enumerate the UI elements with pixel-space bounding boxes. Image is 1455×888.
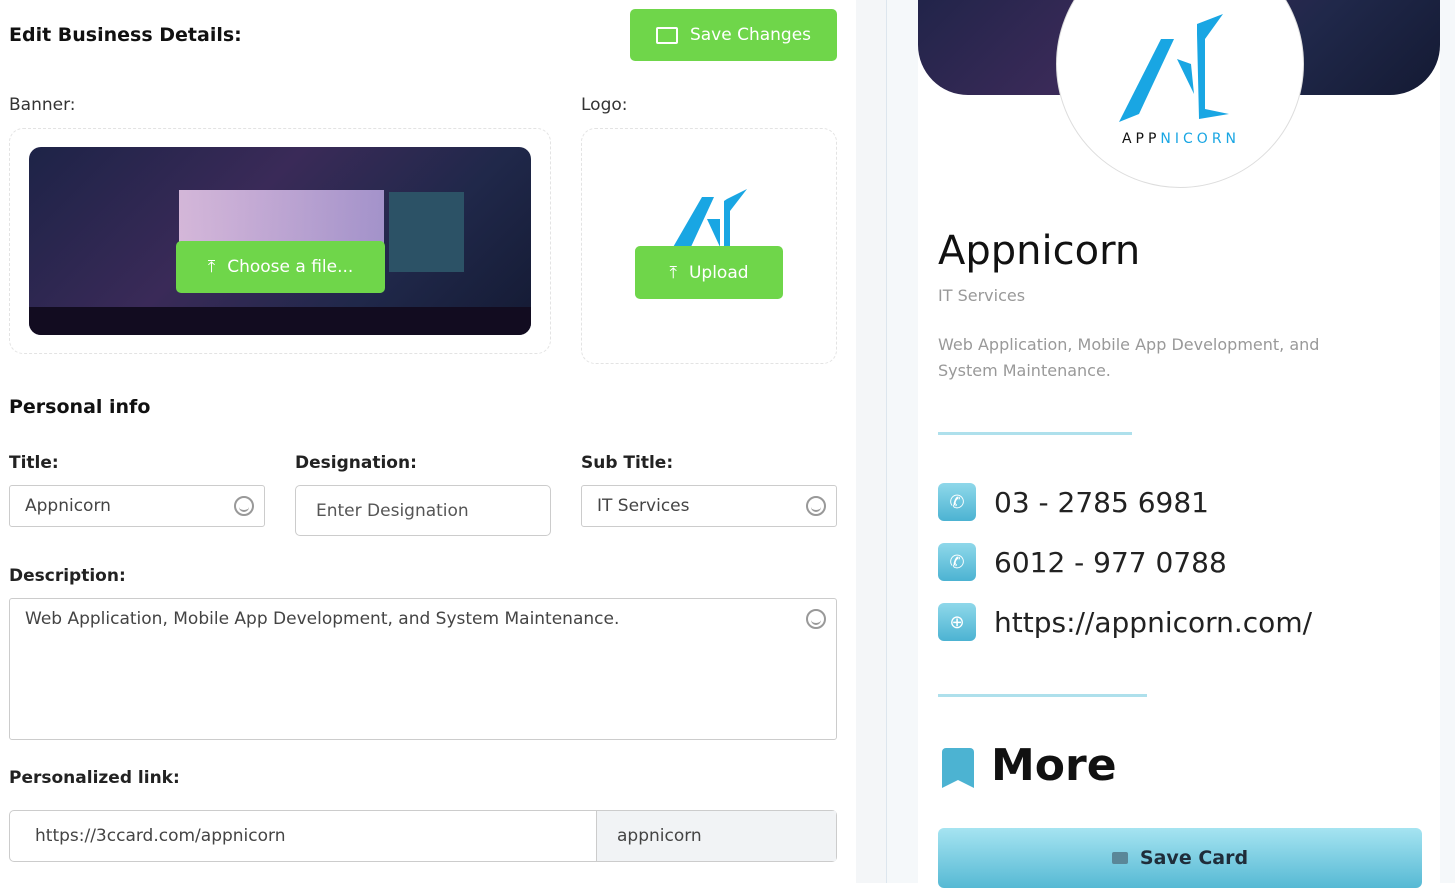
link-prefix: https://3ccard.com/appnicorn [35,826,286,846]
personal-info-heading: Personal info [9,396,151,418]
banner-dropzone[interactable]: ⤒ Choose a file... [9,128,551,354]
phone-icon: ✆ [938,483,976,521]
banner-label: Banner: [9,95,76,115]
divider [856,0,886,883]
logo-mark [1119,14,1229,122]
description-textarea[interactable]: Web Application, Mobile App Development,… [9,598,837,740]
page-title: Edit Business Details: [9,24,242,46]
description-label: Description: [9,566,126,586]
link-slug-input[interactable]: appnicorn [596,811,836,861]
editor-panel: Edit Business Details: Save Changes Bann… [0,0,856,883]
subtitle-input[interactable]: IT Services [581,485,837,527]
globe-icon: ⊕ [938,603,976,641]
choose-file-button[interactable]: ⤒ Choose a file... [176,241,385,293]
folder-icon [1111,852,1128,864]
separator [938,432,1132,435]
designation-label: Designation: [295,453,417,473]
emoji-icon[interactable] [806,496,826,516]
preview-card: APPNICORN Appnicorn IT Services Web Appl… [918,0,1440,888]
card-description: Web Application, Mobile App Development,… [938,335,1320,380]
upload-icon: ⤒ [207,257,216,277]
logo-dropzone[interactable]: ⤒ Upload [581,128,837,364]
more-heading: More [991,740,1117,791]
personalized-link-field[interactable]: https://3ccard.com/appnicorn appnicorn [9,810,837,862]
card-logo: APPNICORN [1056,0,1304,188]
save-changes-button[interactable]: Save Changes [630,9,837,61]
emoji-icon[interactable] [234,496,254,516]
upload-button[interactable]: ⤒ Upload [635,246,783,299]
card-name: Appnicorn [938,228,1141,274]
contact-website[interactable]: ⊕ https://appnicorn.com/ [938,603,1312,641]
logo-label: Logo: [581,95,628,115]
bookmark-icon [942,748,974,788]
subtitle-label: Sub Title: [581,453,674,473]
save-card-button[interactable]: Save Card [938,828,1422,888]
folder-icon [655,26,678,44]
title-input[interactable]: Appnicorn [9,485,265,527]
emoji-icon[interactable] [806,609,826,629]
card-subtitle: IT Services [938,286,1026,305]
title-label: Title: [9,453,59,473]
separator [938,694,1147,697]
logo-image [672,189,747,249]
designation-input[interactable]: Enter Designation [295,485,551,536]
contact-phone[interactable]: ✆ 03 - 2785 6981 [938,483,1209,521]
whatsapp-icon: ✆ [938,543,976,581]
link-label: Personalized link: [9,768,180,788]
contact-whatsapp[interactable]: ✆ 6012 - 977 0788 [938,543,1227,581]
logo-wordmark: APPNICORN [1121,131,1241,147]
upload-icon: ⤒ [669,262,677,283]
